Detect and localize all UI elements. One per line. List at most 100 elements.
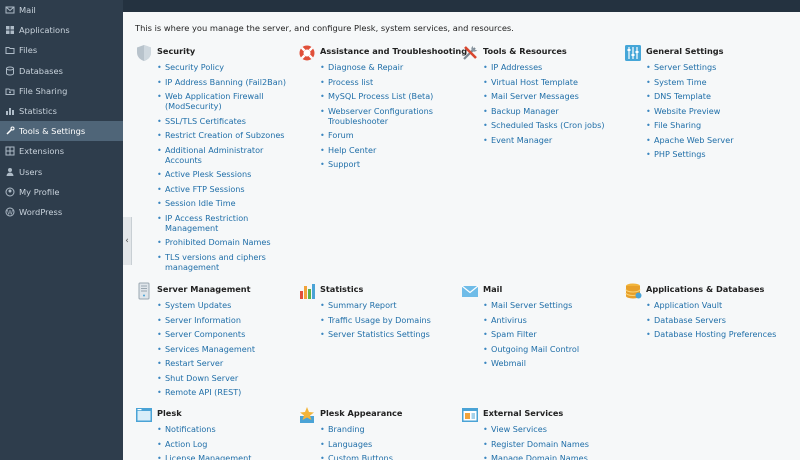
link-ip-access-restriction-management[interactable]: IP Access Restriction Management [157,213,299,238]
link-remote-api-rest[interactable]: Remote API (REST) [157,387,299,402]
main-content: This is where you manage the server, and… [123,12,800,460]
link-active-plesk-sessions[interactable]: Active Plesk Sessions [157,169,299,184]
link-ssl-tls-certificates[interactable]: SSL/TLS Certificates [157,116,299,131]
link-scheduled-tasks-cron-jobs[interactable]: Scheduled Tasks (Cron jobs) [483,120,625,135]
link-spam-filter[interactable]: Spam Filter [483,329,625,344]
link-virtual-host-template[interactable]: Virtual Host Template [483,77,625,92]
link-mail-server-messages[interactable]: Mail Server Messages [483,91,625,106]
link-custom-buttons[interactable]: Custom Buttons [320,453,462,460]
tools-icon [5,126,19,136]
sidebar-item-applications[interactable]: Applications [0,20,123,40]
sidebar-item-label: WordPress [19,206,63,217]
database-icon [624,282,642,300]
link-server-statistics-settings[interactable]: Server Statistics Settings [320,329,462,344]
link-prohibited-domain-names[interactable]: Prohibited Domain Names [157,237,299,252]
link-tls-versions-and-ciphers-management[interactable]: TLS versions and ciphers management [157,252,299,277]
profile-icon [5,187,19,197]
link-languages[interactable]: Languages [320,439,462,454]
sidebar-item-files[interactable]: Files [0,40,123,60]
bar-chart-icon [298,282,316,300]
statistics-icon [5,106,19,116]
link-antivirus[interactable]: Antivirus [483,315,625,330]
link-restrict-creation-of-subzones[interactable]: Restrict Creation of Subzones [157,130,299,145]
link-outgoing-mail-control[interactable]: Outgoing Mail Control [483,344,625,359]
link-webserver-configurations-troubleshooter[interactable]: Webserver Configurations Troubleshooter [320,106,462,131]
link-database-hosting-preferences[interactable]: Database Hosting Preferences [646,329,788,344]
link-ip-address-banning-fail2ban[interactable]: IP Address Banning (Fail2Ban) [157,77,299,92]
link-application-vault[interactable]: Application Vault [646,300,788,315]
link-restart-server[interactable]: Restart Server [157,358,299,373]
section-title: Security [157,46,196,56]
sidebar-item-my-profile[interactable]: My Profile [0,182,123,202]
link-mail-server-settings[interactable]: Mail Server Settings [483,300,625,315]
sidebar-item-extensions[interactable]: Extensions [0,141,123,161]
sidebar-item-mail[interactable]: Mail [0,0,123,20]
lifebuoy-icon [298,44,316,62]
link-notifications[interactable]: Notifications [157,424,299,439]
link-website-preview[interactable]: Website Preview [646,106,788,121]
link-php-settings[interactable]: PHP Settings [646,149,788,164]
link-active-ftp-sessions[interactable]: Active FTP Sessions [157,184,299,199]
file-sharing-icon [5,86,19,96]
shield-icon [135,44,153,62]
link-action-log[interactable]: Action Log [157,439,299,454]
plesk-window-icon [135,406,153,424]
link-system-time[interactable]: System Time [646,77,788,92]
section-title: Plesk [157,408,182,418]
link-webmail[interactable]: Webmail [483,358,625,373]
sidebar-collapse-toggle[interactable]: ‹ [123,217,132,265]
section-title: Tools & Resources [483,46,567,56]
link-event-manager[interactable]: Event Manager [483,135,625,150]
sidebar-item-users[interactable]: Users [0,162,123,182]
mail-icon [5,5,19,15]
link-server-information[interactable]: Server Information [157,315,299,330]
link-license-management[interactable]: License Management [157,453,299,460]
link-traffic-usage-by-domains[interactable]: Traffic Usage by Domains [320,315,462,330]
sidebar-item-label: File Sharing [19,85,68,96]
section-title: General Settings [646,46,724,56]
link-branding[interactable]: Branding [320,424,462,439]
sidebar-item-label: Tools & Settings [19,126,86,137]
link-additional-administrator-accounts[interactable]: Additional Administrator Accounts [157,145,299,170]
link-server-settings[interactable]: Server Settings [646,62,788,77]
link-apache-web-server[interactable]: Apache Web Server [646,135,788,150]
link-services-management[interactable]: Services Management [157,344,299,359]
sidebar-item-file-sharing[interactable]: File Sharing [0,81,123,101]
section-link-list: BrandingLanguagesCustom Buttons [320,424,462,460]
section-link-list: Server SettingsSystem TimeDNS TemplateWe… [646,62,788,164]
link-dns-template[interactable]: DNS Template [646,91,788,106]
link-view-services[interactable]: View Services [483,424,625,439]
link-security-policy[interactable]: Security Policy [157,62,299,77]
link-ip-addresses[interactable]: IP Addresses [483,62,625,77]
link-manage-domain-names[interactable]: Manage Domain Names [483,453,625,460]
link-mysql-process-list-beta[interactable]: MySQL Process List (Beta) [320,91,462,106]
link-forum[interactable]: Forum [320,130,462,145]
envelope-icon [461,282,479,300]
link-backup-manager[interactable]: Backup Manager [483,106,625,121]
section-title: Assistance and Troubleshooting [320,46,468,56]
sidebar-item-wordpress[interactable]: W WordPress [0,202,123,222]
link-register-domain-names[interactable]: Register Domain Names [483,439,625,454]
section-title: Server Management [157,284,251,294]
link-system-updates[interactable]: System Updates [157,300,299,315]
link-summary-report[interactable]: Summary Report [320,300,462,315]
link-support[interactable]: Support [320,159,462,174]
applications-icon [5,25,19,35]
svg-text:W: W [7,209,13,216]
section-title: Applications & Databases [646,284,765,294]
sidebar-item-databases[interactable]: Databases [0,61,123,81]
link-session-idle-time[interactable]: Session Idle Time [157,198,299,213]
link-file-sharing[interactable]: File Sharing [646,120,788,135]
link-process-list[interactable]: Process list [320,77,462,92]
page-header [123,0,800,12]
link-server-components[interactable]: Server Components [157,329,299,344]
link-web-application-firewall-modsecurity[interactable]: Web Application Firewall (ModSecurity) [157,91,299,116]
sidebar-item-tools-and-settings[interactable]: Tools & Settings [0,121,123,142]
sidebar-item-statistics[interactable]: Statistics [0,101,123,121]
link-diagnose-and-repair[interactable]: Diagnose & Repair [320,62,462,77]
link-shut-down-server[interactable]: Shut Down Server [157,373,299,388]
link-help-center[interactable]: Help Center [320,145,462,160]
link-database-servers[interactable]: Database Servers [646,315,788,330]
section-link-list: NotificationsAction LogLicense Managemen… [157,424,299,460]
sidebar-item-label: Files [19,45,38,56]
